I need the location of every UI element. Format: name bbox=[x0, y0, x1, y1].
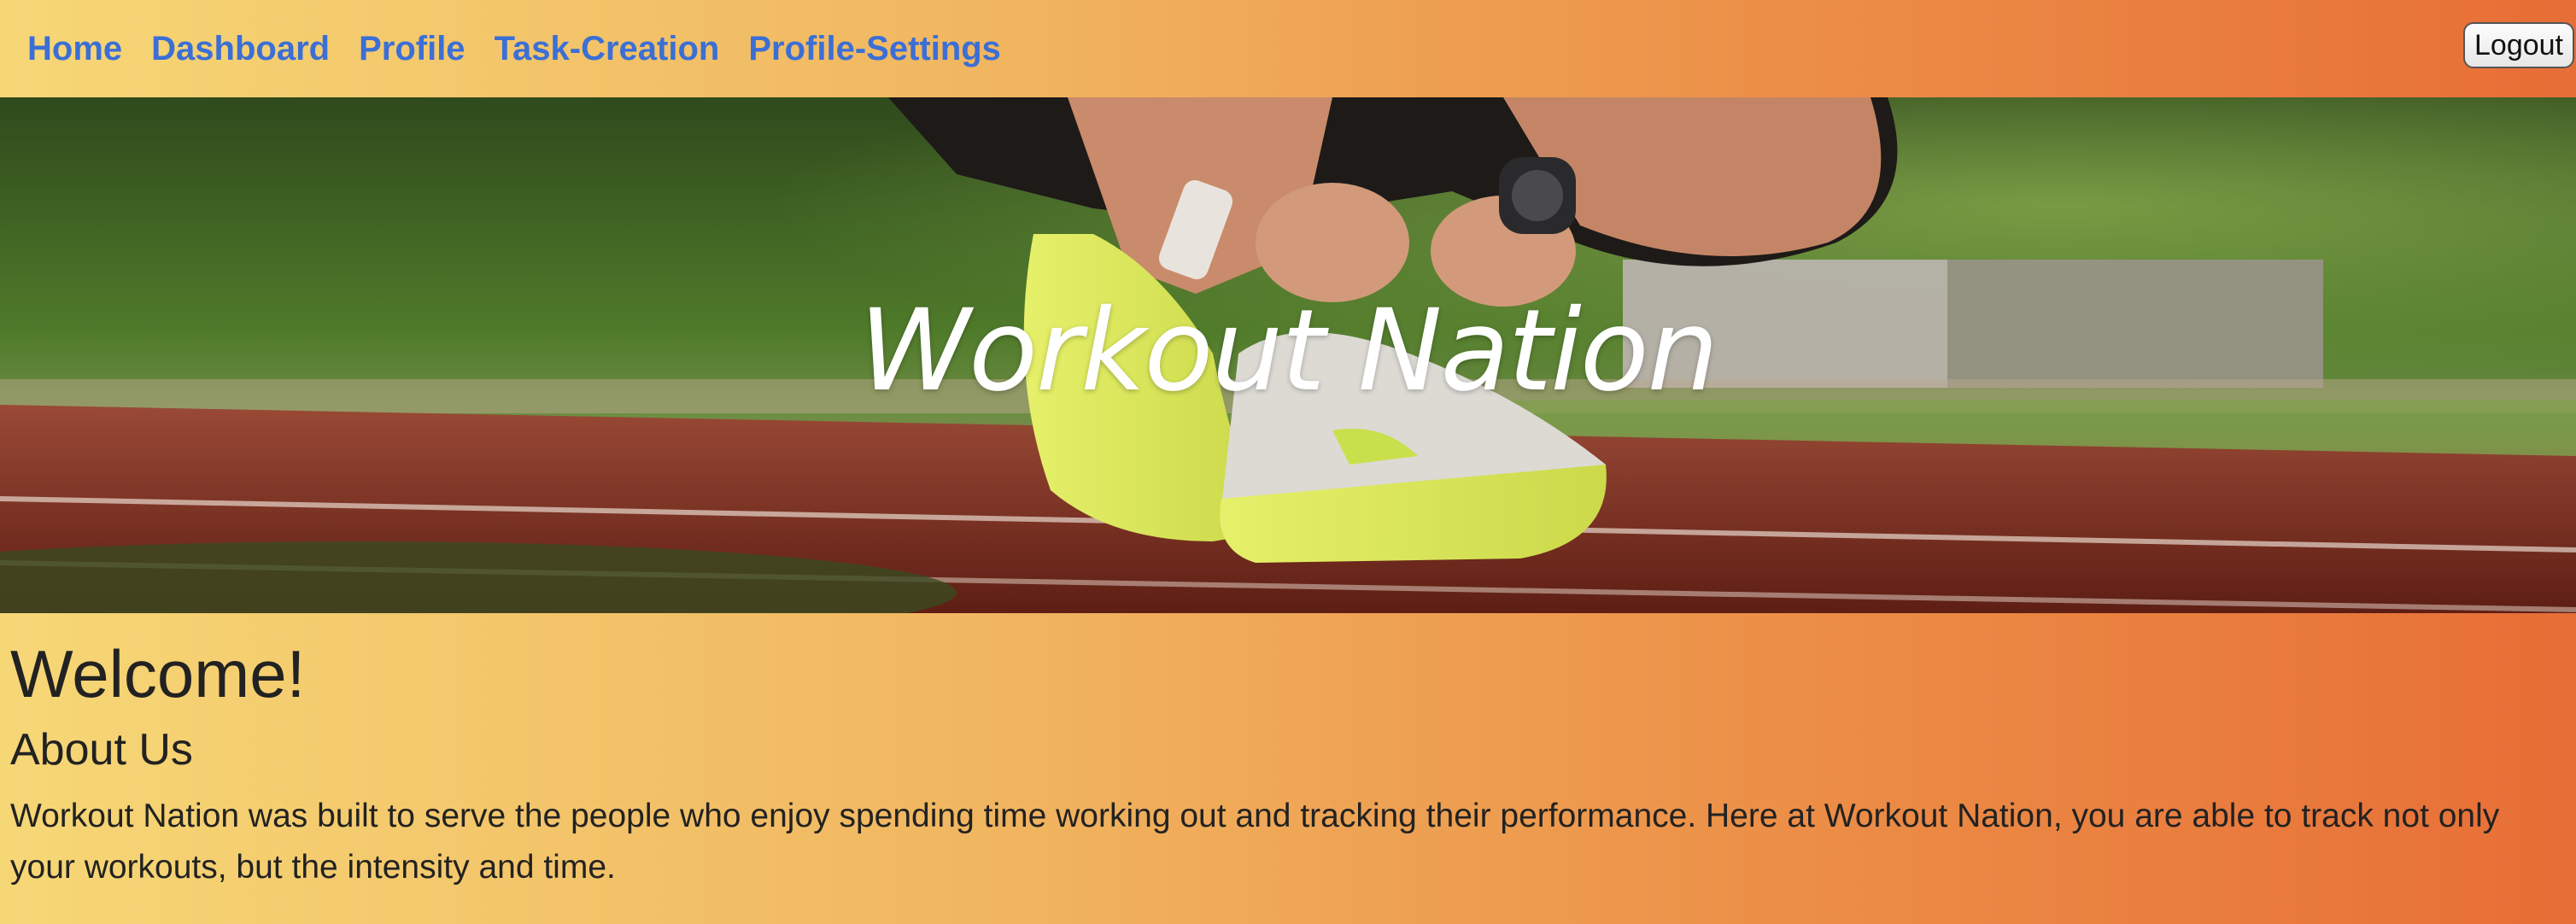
hero-title: Workout Nation bbox=[858, 285, 1719, 417]
nav-link-profile[interactable]: Profile bbox=[359, 30, 465, 68]
about-us-text: Workout Nation was built to serve the pe… bbox=[10, 798, 2500, 886]
hero-banner: Workout Nation bbox=[0, 97, 2576, 613]
nav-link-profile-settings[interactable]: Profile-Settings bbox=[748, 30, 1001, 68]
welcome-heading: Welcome! bbox=[10, 636, 306, 711]
main-content: Welcome! About Us Workout Nation was bui… bbox=[10, 635, 2556, 893]
top-navbar: Home Dashboard Profile Task-Creation Pro… bbox=[0, 0, 2576, 97]
about-us-heading: About Us bbox=[10, 725, 193, 775]
nav-link-home[interactable]: Home bbox=[27, 30, 122, 68]
nav-link-dashboard[interactable]: Dashboard bbox=[151, 30, 330, 68]
logout-button[interactable]: Logout bbox=[2463, 22, 2574, 68]
nav-link-task-creation[interactable]: Task-Creation bbox=[495, 30, 720, 68]
